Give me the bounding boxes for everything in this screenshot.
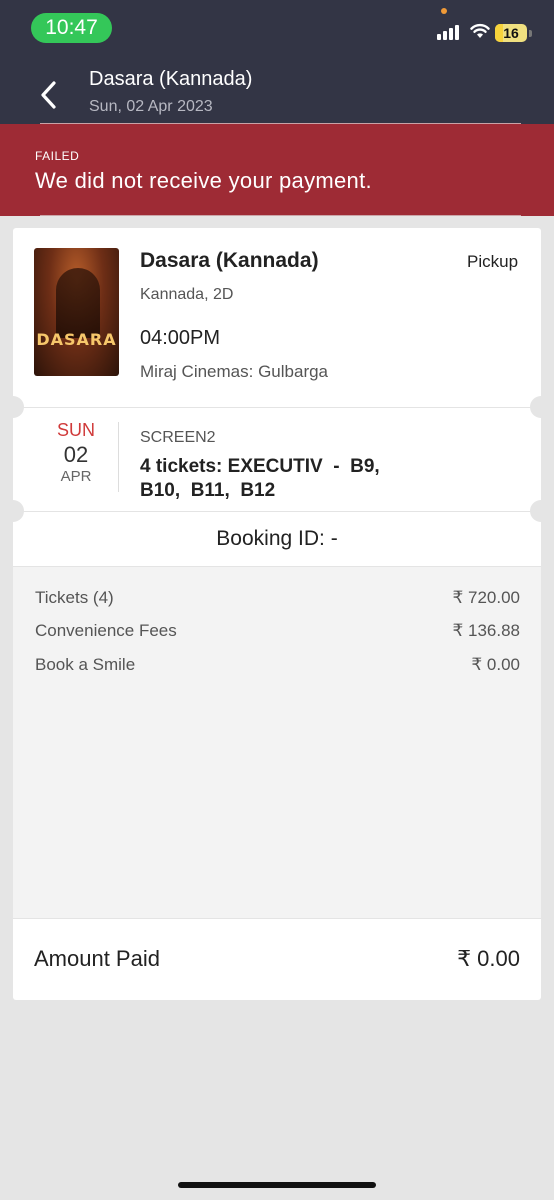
- summary-label: Tickets (4): [35, 588, 114, 607]
- amount-paid-row: Amount Paid ₹ 0.00: [34, 946, 520, 972]
- amount-paid-label: Amount Paid: [34, 946, 160, 971]
- battery-level: 16: [503, 25, 519, 41]
- privacy-indicator-dot: [441, 8, 447, 14]
- ticket-notch-right: [530, 500, 552, 522]
- tickets-seats: 4 tickets: EXECUTIV - B9, B10, B11, B12: [140, 456, 380, 501]
- movie-poster: DASARA: [34, 248, 119, 376]
- ticket-divider: [13, 511, 541, 512]
- back-button[interactable]: [34, 78, 62, 112]
- pickup-label: Pickup: [467, 252, 519, 271]
- chevron-left-icon: [41, 81, 56, 109]
- booking-id: Booking ID: -: [216, 527, 338, 550]
- summary-row: Convenience Fees ₹ 136.88: [35, 621, 520, 641]
- language-format: Kannada, 2D: [140, 286, 234, 303]
- ticket-notch-right: [530, 396, 552, 418]
- showtime: 04:00PM: [140, 327, 221, 349]
- ticket-notch-left: [2, 396, 24, 418]
- summary-value: ₹ 720.00: [452, 588, 520, 607]
- page-subtitle: Sun, 02 Apr 2023: [89, 98, 213, 115]
- screen-name: SCREEN2: [140, 429, 216, 446]
- summary-label: Convenience Fees: [35, 621, 177, 640]
- show-date: 02: [63, 442, 89, 467]
- poster-title: DASARA: [36, 330, 117, 349]
- cinema-name: Miraj Cinemas: Gulbarga: [140, 362, 329, 381]
- failed-message: We did not receive your payment.: [35, 168, 372, 193]
- battery-icon: 16: [495, 24, 527, 42]
- show-month: APR: [60, 468, 92, 485]
- movie-name: Dasara (Kannada): [140, 249, 319, 272]
- amount-paid-value: ₹ 0.00: [457, 946, 520, 971]
- show-day: SUN: [56, 420, 95, 440]
- total-divider: [13, 918, 541, 919]
- ticket-divider: [13, 407, 541, 408]
- failed-status-label: FAILED: [35, 149, 80, 163]
- page-title: Dasara (Kannada): [89, 68, 253, 90]
- summary-row: Tickets (4) ₹ 720.00: [35, 588, 520, 608]
- summary-value: ₹ 0.00: [471, 655, 520, 674]
- price-summary: [13, 567, 541, 918]
- ticket-notch-left: [2, 500, 24, 522]
- banner-divider: [40, 215, 521, 216]
- home-indicator[interactable]: [178, 1182, 376, 1188]
- summary-value: ₹ 136.88: [452, 621, 520, 640]
- wifi-icon: [470, 23, 490, 38]
- summary-label: Book a Smile: [35, 655, 136, 674]
- date-divider: [118, 422, 119, 492]
- battery-cap: [529, 30, 532, 37]
- status-time: 10:47: [31, 13, 112, 43]
- summary-row: Book a Smile ₹ 0.00: [35, 655, 520, 675]
